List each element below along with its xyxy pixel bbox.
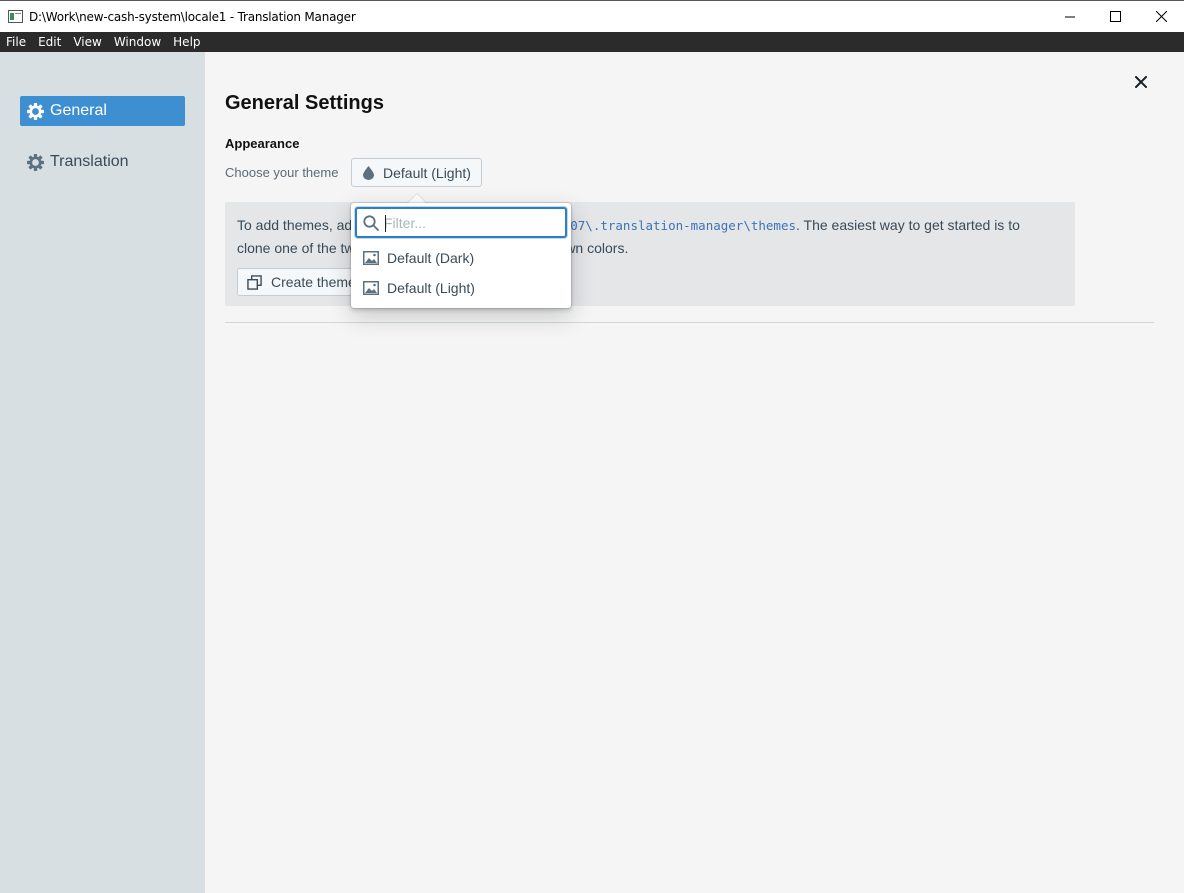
- themes-path: GP07\.translation-manager\themes: [555, 218, 797, 233]
- close-icon: [1155, 11, 1167, 22]
- media-icon: [363, 251, 379, 265]
- title-bar: D:\Work\new-cash-system\locale1 - Transl…: [0, 0, 1184, 32]
- app-icon: [8, 10, 23, 23]
- theme-option-label: Default (Light): [387, 280, 475, 296]
- theme-select-popover: Default (Dark) Default (Light): [351, 203, 571, 308]
- window-close-button[interactable]: [1138, 1, 1184, 32]
- create-theme-label: Create theme: [271, 274, 356, 290]
- sidebar: General Translation: [0, 52, 205, 893]
- filter-input[interactable]: [384, 212, 562, 234]
- theme-option-label: Default (Dark): [387, 250, 475, 266]
- menu-edit[interactable]: Edit: [32, 35, 67, 49]
- menu-bar: File Edit View Window Help: [0, 32, 1184, 52]
- minimize-button[interactable]: [1047, 1, 1093, 32]
- info-text-start: To add themes, ad: [237, 217, 353, 233]
- maximize-icon: [1109, 11, 1121, 22]
- theme-select-button[interactable]: Default (Light): [351, 158, 482, 187]
- window-title: D:\Work\new-cash-system\locale1 - Transl…: [29, 10, 356, 24]
- settings-panel: General Settings Appearance Choose your …: [205, 52, 1184, 893]
- theme-option-dark[interactable]: Default (Dark): [356, 245, 566, 271]
- maximize-button[interactable]: [1092, 1, 1138, 32]
- menu-view[interactable]: View: [67, 35, 107, 49]
- theme-label: Choose your theme: [225, 165, 339, 180]
- tint-icon: [363, 165, 374, 180]
- filter-field[interactable]: [355, 207, 567, 238]
- info-line2-start: clone one of the tw: [237, 240, 355, 256]
- sidebar-item-general[interactable]: General: [20, 96, 185, 126]
- close-settings-button[interactable]: [1131, 72, 1151, 92]
- sidebar-item-label: General: [50, 102, 107, 119]
- close-icon: [1135, 76, 1147, 88]
- text-caret: [385, 215, 386, 232]
- gear-icon: [27, 102, 44, 120]
- media-icon: [363, 281, 379, 295]
- menu-help[interactable]: Help: [167, 35, 206, 49]
- divider: [225, 322, 1154, 323]
- gear-icon: [27, 153, 44, 171]
- theme-select-value: Default (Light): [383, 164, 471, 181]
- menu-file[interactable]: File: [0, 35, 32, 49]
- page-title: General Settings: [225, 92, 384, 114]
- search-icon: [363, 215, 379, 231]
- theme-option-light[interactable]: Default (Light): [356, 275, 566, 301]
- menu-window[interactable]: Window: [108, 35, 167, 49]
- duplicate-icon: [247, 274, 262, 290]
- info-text-after-path: . The easiest way to get started is to: [796, 217, 1020, 233]
- minimize-icon: [1065, 16, 1075, 17]
- sidebar-item-label: Translation: [50, 153, 129, 170]
- sidebar-item-translation[interactable]: Translation: [20, 147, 185, 177]
- appearance-heading: Appearance: [225, 136, 300, 151]
